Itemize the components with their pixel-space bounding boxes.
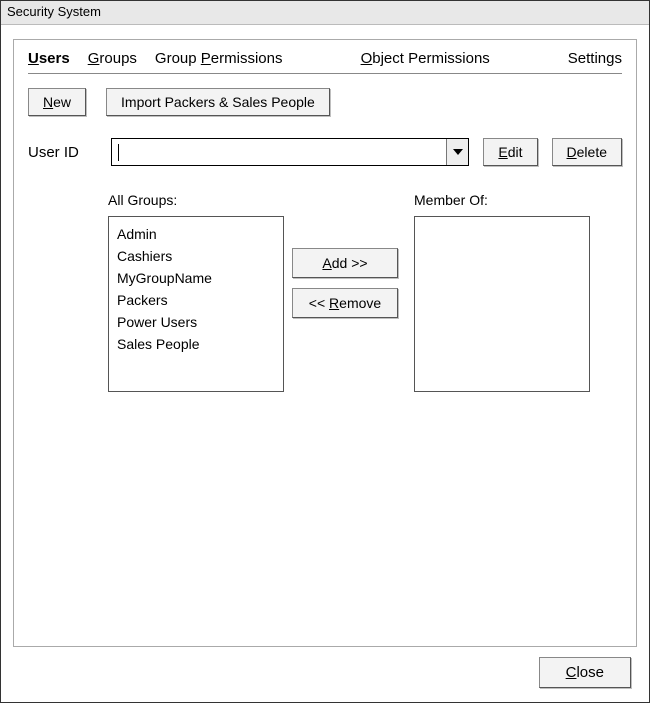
tab-group-permissions[interactable]: Group Permissions <box>155 50 283 67</box>
mnemonic: N <box>43 94 53 110</box>
add-button[interactable]: Add >> <box>292 248 398 278</box>
list-item[interactable]: Cashiers <box>117 245 275 267</box>
mnemonic: P <box>201 50 211 67</box>
chevron-down-icon <box>453 149 463 155</box>
tab-users[interactable]: Users <box>28 50 70 67</box>
list-item[interactable]: MyGroupName <box>117 267 275 289</box>
tab-bar: Users Groups Group Permissions Object Pe… <box>28 50 622 74</box>
member-of-listbox[interactable] <box>414 216 590 392</box>
btn-label: lose <box>576 664 604 681</box>
mnemonic: E <box>498 144 507 160</box>
new-button[interactable]: New <box>28 88 86 116</box>
footer: Close <box>13 647 637 692</box>
dropdown-button[interactable] <box>446 139 468 165</box>
btn-label: elete <box>577 144 607 160</box>
all-groups-listbox[interactable]: Admin Cashiers MyGroupName Packers Power… <box>108 216 284 392</box>
mnemonic: U <box>28 50 39 67</box>
window-frame: Security System Users Groups Group Permi… <box>0 0 650 703</box>
delete-button[interactable]: Delete <box>552 138 622 166</box>
transfer-buttons: Add >> << Remove <box>292 192 398 392</box>
list-item[interactable]: Admin <box>117 223 275 245</box>
list-item[interactable]: Sales People <box>117 333 275 355</box>
mnemonic: D <box>567 144 577 160</box>
tab-object-permissions[interactable]: Object Permissions <box>361 50 490 67</box>
tab-settings[interactable]: Settings <box>568 50 622 67</box>
groups-area: All Groups: Admin Cashiers MyGroupName P… <box>28 192 622 392</box>
tab-groups[interactable]: Groups <box>88 50 137 67</box>
member-of-label: Member Of: <box>414 192 590 208</box>
remove-button[interactable]: << Remove <box>292 288 398 318</box>
user-id-combo[interactable] <box>111 138 470 166</box>
main-panel: Users Groups Group Permissions Object Pe… <box>13 39 637 647</box>
tab-label-post: bject Permissions <box>372 50 490 67</box>
mnemonic: A <box>322 255 331 271</box>
user-id-row: User ID Edit Delete <box>28 138 622 166</box>
mnemonic: G <box>88 50 100 67</box>
list-item[interactable]: Power Users <box>117 311 275 333</box>
close-button[interactable]: Close <box>539 657 631 688</box>
all-groups-column: All Groups: Admin Cashiers MyGroupName P… <box>108 192 284 392</box>
tab-label: sers <box>39 50 70 67</box>
all-groups-label: All Groups: <box>108 192 284 208</box>
content-area: Users Groups Group Permissions Object Pe… <box>1 25 649 702</box>
edit-button[interactable]: Edit <box>483 138 537 166</box>
btn-label: dit <box>508 144 523 160</box>
btn-label: ew <box>53 94 71 110</box>
user-id-input[interactable] <box>112 139 447 165</box>
list-item[interactable]: Packers <box>117 289 275 311</box>
mnemonic: O <box>361 50 373 67</box>
window-title: Security System <box>1 1 649 25</box>
toolbar: New Import Packers & Sales People <box>28 88 622 116</box>
member-of-column: Member Of: <box>414 192 590 392</box>
import-button[interactable]: Import Packers & Sales People <box>106 88 330 116</box>
mnemonic: C <box>566 664 577 681</box>
user-id-label: User ID <box>28 144 97 161</box>
btn-label: dd >> <box>332 255 368 271</box>
tab-label: roups <box>99 50 137 67</box>
mnemonic: R <box>329 295 339 311</box>
